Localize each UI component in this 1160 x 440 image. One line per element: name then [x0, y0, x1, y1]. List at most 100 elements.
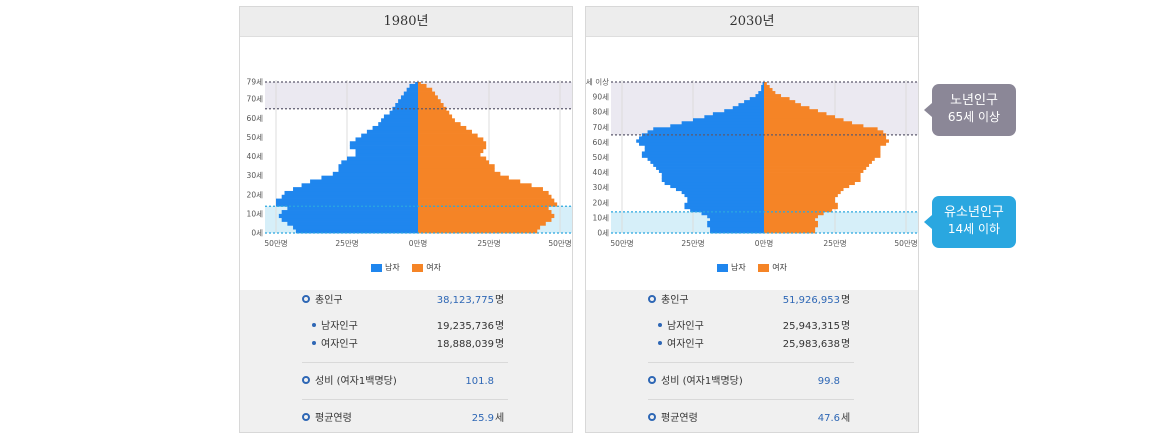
stat-sex-ratio-row: 성비 (여자1백명당) 101.8 — [302, 374, 508, 390]
y-tick-label: 50세 — [593, 153, 610, 162]
female-bar — [764, 88, 773, 92]
female-bar — [418, 156, 487, 161]
female-bar — [418, 133, 478, 138]
female-bar — [418, 95, 438, 100]
y-tick-label: 70세 — [593, 123, 610, 132]
female-bar — [418, 168, 495, 173]
female-bar — [418, 152, 481, 157]
stat-avg-age-value: 25.9 — [471, 413, 494, 424]
stat-sex-ratio-label-wrap: 성비 (여자1백명당) — [648, 374, 743, 390]
stat-female-row: 여자인구 25,983,638 명 — [648, 337, 854, 353]
male-bar — [670, 124, 764, 128]
male-bar — [670, 184, 764, 189]
male-bar — [406, 87, 418, 92]
stat-female-value: 25,983,638 — [782, 339, 840, 350]
female-bar — [764, 100, 796, 104]
female-bar — [418, 183, 532, 188]
stat-sex-ratio-label: 성비 (여자1백명당) — [315, 376, 397, 387]
female-bar — [764, 94, 782, 98]
female-bar — [418, 164, 495, 169]
y-tick-label: 0세 — [597, 229, 609, 238]
male-bar — [650, 160, 764, 164]
male-bar — [409, 83, 418, 89]
chart-legend: 남자 여자 — [240, 262, 572, 274]
stat-female-label-wrap: 여자인구 — [312, 337, 358, 353]
male-bar — [641, 151, 764, 155]
male-swatch — [716, 263, 728, 272]
female-bar — [418, 122, 461, 127]
female-bar — [418, 148, 484, 154]
female-bar — [418, 110, 450, 115]
male-bar — [636, 139, 764, 143]
female-swatch — [412, 263, 424, 272]
female-bar — [764, 205, 838, 210]
female-bar — [418, 221, 546, 226]
stat-male-label-wrap: 남자인구 — [658, 319, 704, 335]
legend-male: 남자 — [716, 262, 746, 273]
y-tick-label: 60세 — [593, 138, 610, 147]
male-bar — [400, 95, 418, 100]
ring-bullet-icon — [302, 295, 310, 303]
stat-sex-ratio-label-wrap: 성비 (여자1백명당) — [302, 374, 397, 390]
stat-female-label: 여자인구 — [321, 339, 358, 350]
female-bar — [418, 91, 436, 96]
y-tick-label: 100세 이상 — [586, 77, 609, 87]
stat-sex-ratio-value: 101.8 — [465, 376, 494, 387]
female-bar — [764, 136, 887, 140]
male-bar — [332, 171, 418, 177]
female-bar — [764, 202, 838, 207]
male-bar — [639, 142, 764, 146]
male-bar — [710, 217, 764, 222]
female-bar — [418, 171, 501, 177]
male-bar — [704, 115, 764, 119]
male-bar — [349, 141, 418, 146]
male-bar — [744, 100, 764, 104]
stat-unit-age: 세 — [495, 413, 505, 424]
male-bar — [761, 85, 764, 89]
stat-unit: 명 — [841, 339, 851, 350]
female-bar — [418, 99, 441, 104]
male-bar — [381, 118, 418, 123]
stat-female-value: 18,888,039 — [436, 339, 494, 350]
male-bar — [395, 103, 418, 108]
male-bar — [710, 226, 764, 231]
stat-total-label: 총인구 — [661, 295, 689, 306]
elderly-callout-sub: 65세 이상 — [947, 110, 1001, 124]
female-bar — [764, 115, 835, 119]
male-bar — [355, 137, 418, 142]
legend-female: 여자 — [412, 262, 441, 273]
male-bar — [383, 114, 418, 119]
male-bar — [341, 160, 418, 165]
legend-male-label: 남자 — [384, 263, 400, 272]
male-bar — [287, 221, 418, 226]
male-bar — [693, 118, 764, 122]
male-bar — [338, 164, 418, 169]
female-bar — [764, 196, 835, 201]
male-bar — [644, 145, 764, 149]
female-bar — [764, 127, 878, 131]
elderly-callout-title: 노년인구 — [950, 93, 998, 108]
stat-male-value: 25,943,315 — [782, 321, 840, 332]
female-bar — [764, 118, 844, 122]
female-bar — [418, 210, 552, 215]
male-bar — [372, 125, 418, 131]
ring-bullet-icon — [648, 413, 656, 421]
male-bar — [347, 156, 418, 161]
y-tick-label: 30세 — [593, 183, 610, 192]
male-bar — [293, 187, 418, 192]
stat-male-row: 남자인구 25,943,315 명 — [648, 319, 854, 335]
female-bar — [764, 187, 844, 192]
youth-callout: 유소년인구 14세 이하 — [924, 196, 1016, 248]
female-bar — [764, 112, 827, 116]
male-bar — [321, 175, 418, 180]
legend-male: 남자 — [370, 262, 400, 273]
female-bar — [418, 83, 427, 89]
female-bar — [418, 141, 487, 146]
ring-bullet-icon — [302, 376, 310, 384]
female-bar — [764, 208, 833, 213]
stat-sex-ratio-value: 99.8 — [817, 376, 840, 387]
legend-female: 여자 — [758, 262, 787, 273]
pyramid-panel-1980: 1980년 50만명 25만명 0만명 25만명 50만명 0세 10세 20세 30세 40세 5… — [239, 6, 573, 433]
female-bar — [418, 87, 433, 92]
pyramid-chart-1980: 50만명 25만명 0만명 25만명 50만명 0세 10세 20세 30세 40세 50세 60세 7… — [240, 37, 572, 290]
